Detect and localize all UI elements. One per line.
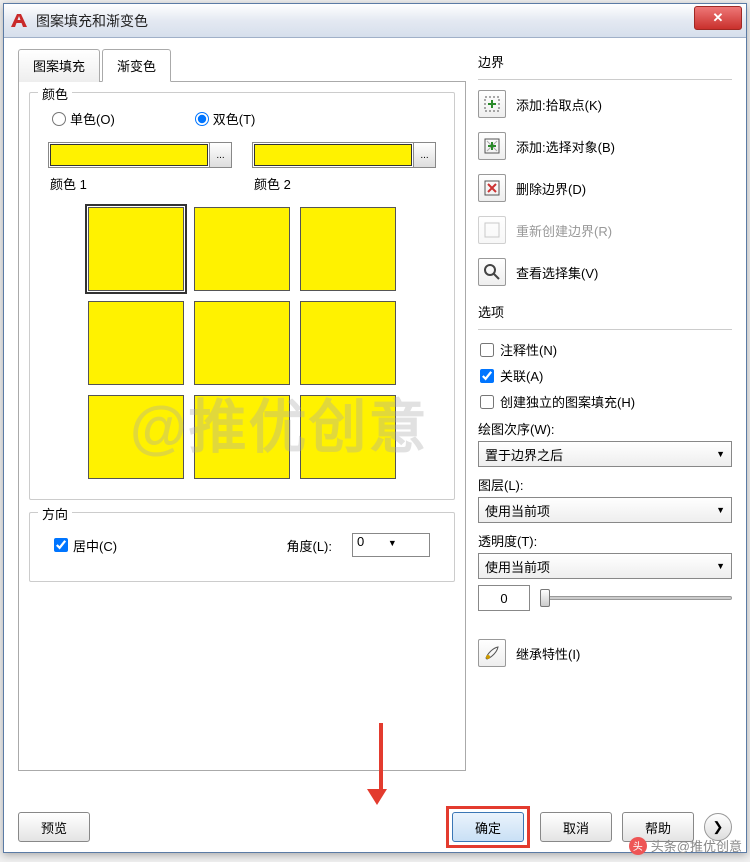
annotative-checkbox[interactable]: 注释性(N) [478,340,732,359]
add-pick-point-button[interactable] [478,90,506,118]
titlebar: 图案填充和渐变色 ✕ [4,4,746,38]
layer-label: 图层(L): [478,475,732,494]
gradient-pattern-4[interactable] [88,301,184,385]
remove-boundary-icon [483,179,501,197]
separate-hatch-checkbox[interactable]: 创建独立的图案填充(H) [478,392,732,411]
options-title: 选项 [478,302,732,321]
gradient-pattern-grid [42,193,442,485]
color2-swatch[interactable]: ... [252,142,436,168]
magnifier-icon [483,263,501,281]
color1-swatch[interactable]: ... [48,142,232,168]
remove-boundary-button[interactable] [478,174,506,202]
direction-group: 方向 居中(C) 角度(L): 0 ▼ [29,512,455,582]
angle-label: 角度(L): [286,536,332,555]
color-group: 颜色 单色(O) 双色(T) [29,92,455,500]
close-button[interactable]: ✕ [694,6,742,30]
recreate-boundary-button [478,216,506,244]
inherit-props-button[interactable] [478,639,506,667]
color-group-title: 颜色 [38,84,72,103]
close-icon: ✕ [713,10,724,26]
chevron-down-icon: ▼ [716,561,725,571]
color2-picker-button[interactable]: ... [413,143,435,167]
transparency-select[interactable]: 使用当前项 ▼ [478,553,732,579]
autocad-icon [8,10,30,32]
recreate-label: 重新创建边界(R) [516,221,732,240]
inherit-label: 继承特性(I) [516,644,732,663]
gradient-pattern-7[interactable] [88,395,184,479]
color2-label: 颜色 2 [252,174,436,193]
preview-button[interactable]: 预览 [18,812,90,842]
add-pick-label: 添加:拾取点(K) [516,95,732,114]
center-checkbox[interactable]: 居中(C) [54,536,117,555]
cancel-button[interactable]: 取消 [540,812,612,842]
chevron-right-icon: ❯ [713,819,724,835]
draw-order-label: 绘图次序(W): [478,419,732,438]
chevron-down-icon: ▼ [716,449,725,459]
toutiao-icon: 头 [629,837,647,855]
transparency-number[interactable]: 0 [478,585,530,611]
gradient-pattern-6[interactable] [300,301,396,385]
color1-fill [50,144,208,166]
slider-thumb[interactable] [540,589,550,607]
transparency-slider[interactable] [540,588,732,608]
two-color-radio[interactable]: 双色(T) [195,109,256,128]
brush-icon [483,644,501,662]
associative-checkbox[interactable]: 关联(A) [478,366,732,385]
add-select-label: 添加:选择对象(B) [516,137,732,156]
gradient-pattern-2[interactable] [194,207,290,291]
direction-title: 方向 [38,504,72,523]
gradient-pattern-5[interactable] [194,301,290,385]
gradient-pattern-9[interactable] [300,395,396,479]
gradient-pattern-1[interactable] [88,207,184,291]
boundary-title: 边界 [478,52,732,71]
color1-label: 颜色 1 [48,174,232,193]
tab-gradient[interactable]: 渐变色 [102,49,171,82]
footer-watermark: 头 头条@推优创意 [629,836,742,855]
pick-point-icon [483,95,501,113]
transparency-label: 透明度(T): [478,531,732,550]
tab-hatch[interactable]: 图案填充 [18,49,100,82]
one-color-radio[interactable]: 单色(O) [52,109,115,128]
ok-highlight-annotation: 确定 [446,806,530,848]
chevron-down-icon: ▼ [716,505,725,515]
view-selection-button[interactable] [478,258,506,286]
color1-picker-button[interactable]: ... [209,143,231,167]
gradient-pattern-3[interactable] [300,207,396,291]
view-selection-label: 查看选择集(V) [516,263,732,282]
gradient-pattern-8[interactable] [194,395,290,479]
chevron-down-icon: ▼ [388,538,397,548]
window-title: 图案填充和渐变色 [36,11,694,31]
add-select-object-button[interactable] [478,132,506,160]
ok-button[interactable]: 确定 [452,812,524,842]
recreate-icon [483,221,501,239]
layer-select[interactable]: 使用当前项 ▼ [478,497,732,523]
select-object-icon [483,137,501,155]
angle-select[interactable]: 0 ▼ [352,533,430,557]
remove-boundary-label: 删除边界(D) [516,179,732,198]
color2-fill [254,144,412,166]
draw-order-select[interactable]: 置于边界之后 ▼ [478,441,732,467]
